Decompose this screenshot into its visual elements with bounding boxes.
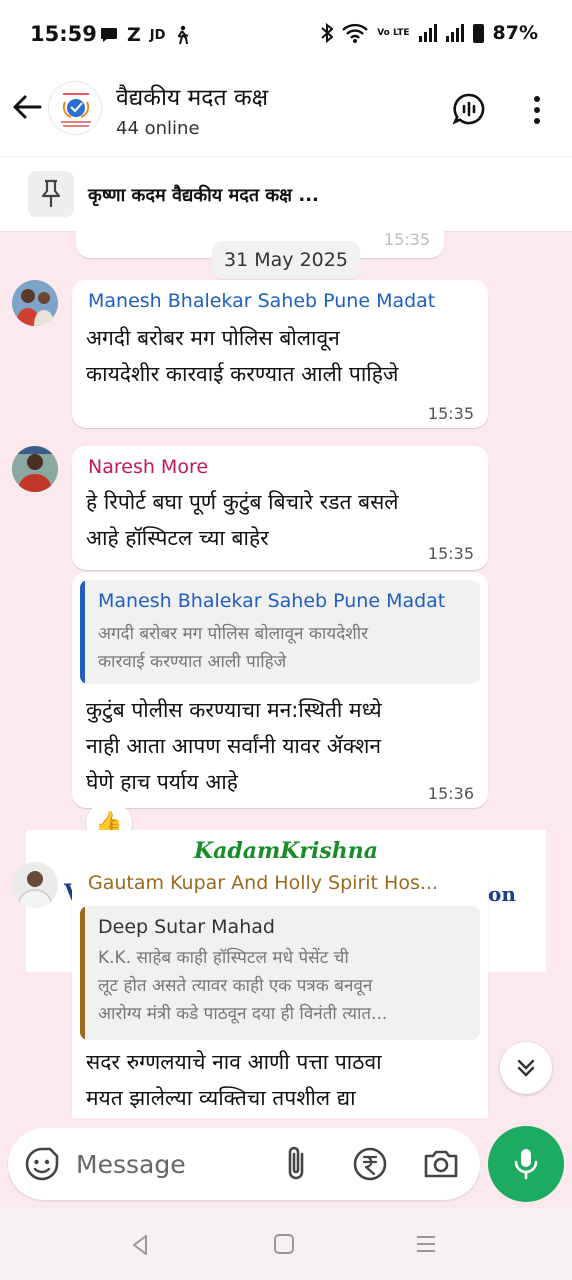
avatar[interactable] xyxy=(12,280,58,326)
message-text: अगदी बरोबर मग पोलिस बोलावून कायदेशीर कार… xyxy=(86,326,399,386)
voice-chat-icon[interactable] xyxy=(452,92,486,126)
sender-name[interactable]: Gautam Kupar And Holly Spirit Hos... xyxy=(88,872,438,894)
attachment-icon[interactable] xyxy=(280,1144,312,1184)
double-chevron-down-icon xyxy=(517,1059,535,1077)
quoted-message[interactable]: Deep Sutar Mahad K.K. साहेब काही हॉस्पिट… xyxy=(80,906,480,1040)
date-chip: 31 May 2025 xyxy=(212,241,360,279)
camera-icon[interactable] xyxy=(422,1146,460,1182)
quote-bar xyxy=(80,580,85,684)
group-title[interactable]: वैद्यकीय मदत कक्ष xyxy=(116,80,268,112)
quote-bar xyxy=(80,906,85,1040)
microphone-icon xyxy=(514,1149,538,1180)
message-time: 15:35 xyxy=(427,404,474,423)
battery-icon xyxy=(472,23,484,43)
user-photo-icon xyxy=(12,446,58,492)
message-icon xyxy=(101,28,117,42)
quote-text: अगदी बरोबर मग पोलिस बोलावून कायदेशीर कार… xyxy=(98,624,369,672)
message-input[interactable] xyxy=(76,1144,266,1184)
nav-recents-icon[interactable] xyxy=(414,1232,438,1256)
quote-sender: Manesh Bhalekar Saheb Pune Madat xyxy=(98,590,446,612)
online-count: 44 online xyxy=(116,118,200,139)
volte-indicator: Vo LTE xyxy=(377,27,410,38)
avatar[interactable] xyxy=(12,862,58,908)
media-text-fragment: on xyxy=(488,882,516,906)
system-nav-bar xyxy=(0,1208,572,1280)
media-text: KadamKrishna xyxy=(194,838,378,864)
pin-thumb xyxy=(28,171,74,217)
message-text: सदर रुग्णलयाचे नाव आणी पत्ता पाठवा मयत झ… xyxy=(86,1050,382,1110)
nav-home-icon[interactable] xyxy=(272,1232,296,1256)
avatar[interactable] xyxy=(12,446,58,492)
wifi-icon xyxy=(342,23,369,43)
user-photo-icon xyxy=(12,862,58,908)
nav-back-icon[interactable] xyxy=(128,1232,154,1258)
group-avatar[interactable] xyxy=(48,81,102,135)
bluetooth-icon xyxy=(321,23,334,43)
message-bubble[interactable]: Naresh More हे रिपोर्ट बघा पूर्ण कुटुंब … xyxy=(72,446,488,570)
sender-name[interactable]: Manesh Bhalekar Saheb Pune Madat xyxy=(88,290,435,312)
message-bubble[interactable]: Gautam Kupar And Holly Spirit Hos... Dee… xyxy=(72,862,488,1124)
status-z: Z xyxy=(127,24,141,46)
signal-icon-2 xyxy=(445,24,464,42)
status-bar: 15:59 Z JD Vo LTE 87% xyxy=(0,0,572,68)
battery-percent: 87% xyxy=(492,22,538,44)
pinned-text: कृष्णा कदम वैद्यकीय मदत कक्ष ... xyxy=(88,185,319,206)
message-bubble[interactable]: Manesh Bhalekar Saheb Pune Madat अगदी बर… xyxy=(72,280,488,428)
message-composer xyxy=(8,1128,480,1200)
pinned-message-bar[interactable]: कृष्णा कदम वैद्यकीय मदत कक्ष ... xyxy=(0,156,572,232)
more-options-icon[interactable] xyxy=(527,94,547,126)
sticker-icon[interactable] xyxy=(24,1146,60,1182)
quoted-message[interactable]: Manesh Bhalekar Saheb Pune Madat अगदी बर… xyxy=(80,580,480,684)
message-time: 15:36 xyxy=(427,784,474,803)
back-arrow-icon[interactable] xyxy=(10,90,44,124)
message-bubble[interactable]: Manesh Bhalekar Saheb Pune Madat अगदी बर… xyxy=(72,572,488,808)
message-time: 15:35 xyxy=(383,230,430,249)
scroll-to-bottom-button[interactable] xyxy=(500,1042,552,1094)
sender-name[interactable]: Naresh More xyxy=(88,456,208,478)
quote-text: K.K. साहेब काही हॉस्पिटल मधे पेसेंट ची ल… xyxy=(98,948,388,1024)
status-time: 15:59 xyxy=(30,22,97,46)
status-indicators: Z JD xyxy=(100,24,190,46)
rupee-payment-icon[interactable] xyxy=(352,1146,388,1182)
voice-record-button[interactable] xyxy=(488,1126,564,1202)
message-time: 15:35 xyxy=(427,544,474,563)
message-text: हे रिपोर्ट बघा पूर्ण कुटुंब बिचारे रडत ब… xyxy=(86,490,399,550)
quote-sender: Deep Sutar Mahad xyxy=(98,916,275,938)
status-right: Vo LTE 87% xyxy=(321,22,538,44)
group-logo-icon xyxy=(49,82,101,134)
pin-icon xyxy=(41,179,61,207)
chat-header: वैद्यकीय मदत कक्ष 44 online xyxy=(0,68,572,156)
user-photo-icon xyxy=(12,280,58,326)
walking-icon xyxy=(177,25,189,45)
status-jd: JD xyxy=(149,27,166,43)
message-text: कुटुंब पोलीस करण्याचा मन:स्थिती मध्ये ना… xyxy=(86,698,382,794)
signal-icon xyxy=(418,24,437,42)
